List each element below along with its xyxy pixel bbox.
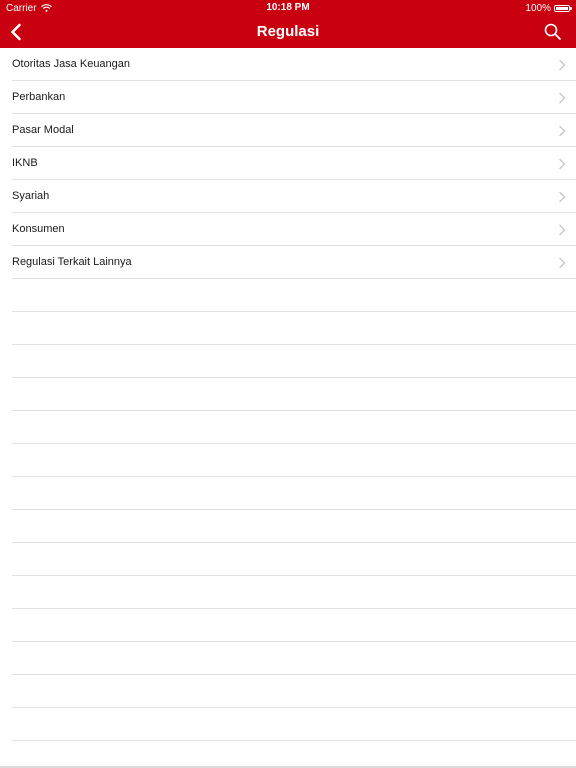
empty-row: [12, 609, 576, 642]
menu-item-pasar-modal[interactable]: Pasar Modal: [12, 114, 576, 147]
empty-row: [12, 675, 576, 708]
chevron-right-icon: [559, 59, 566, 71]
empty-row: [12, 477, 576, 510]
menu-item-regulasi-terkait-lainnya[interactable]: Regulasi Terkait Lainnya: [12, 246, 576, 279]
menu-item-label: Syariah: [12, 190, 50, 202]
empty-row: [12, 510, 576, 543]
chevron-right-icon: [559, 191, 566, 203]
menu-item-label: Perbankan: [12, 91, 66, 103]
menu-item-label: IKNB: [12, 157, 38, 169]
empty-row: [12, 543, 576, 576]
battery-fill: [556, 6, 568, 10]
menu-item-iknb[interactable]: IKNB: [12, 147, 576, 180]
empty-row: [12, 444, 576, 477]
menu-item-label: Pasar Modal: [12, 124, 74, 136]
menu-item-label: Konsumen: [12, 223, 65, 235]
empty-row: [12, 378, 576, 411]
page-title: Regulasi: [256, 23, 320, 40]
regulation-menu-list: Otoritas Jasa Keuangan Perbankan Pasar M…: [0, 48, 576, 741]
empty-row: [12, 708, 576, 741]
status-bar: Carrier 10:18 PM 100%: [0, 0, 576, 16]
menu-item-label: Regulasi Terkait Lainnya: [12, 256, 132, 268]
empty-row: [12, 312, 576, 345]
chevron-right-icon: [559, 224, 566, 236]
status-time: 10:18 PM: [266, 2, 310, 13]
chevron-right-icon: [559, 257, 566, 269]
menu-item-label: Otoritas Jasa Keuangan: [12, 58, 131, 70]
menu-item-perbankan[interactable]: Perbankan: [12, 81, 576, 114]
menu-item-syariah[interactable]: Syariah: [12, 180, 576, 213]
menu-item-otoritas-jasa-keuangan[interactable]: Otoritas Jasa Keuangan: [12, 48, 576, 81]
chevron-right-icon: [559, 125, 566, 137]
empty-row: [12, 345, 576, 378]
empty-row: [12, 642, 576, 675]
menu-item-konsumen[interactable]: Konsumen: [12, 213, 576, 246]
battery-icon: [554, 4, 572, 12]
search-button[interactable]: [542, 21, 564, 43]
empty-row: [12, 411, 576, 444]
navigation-bar: Regulasi: [0, 16, 576, 48]
search-icon: [544, 23, 561, 40]
chevron-right-icon: [559, 158, 566, 170]
empty-row: [12, 279, 576, 312]
empty-row: [12, 576, 576, 609]
chevron-right-icon: [559, 92, 566, 104]
